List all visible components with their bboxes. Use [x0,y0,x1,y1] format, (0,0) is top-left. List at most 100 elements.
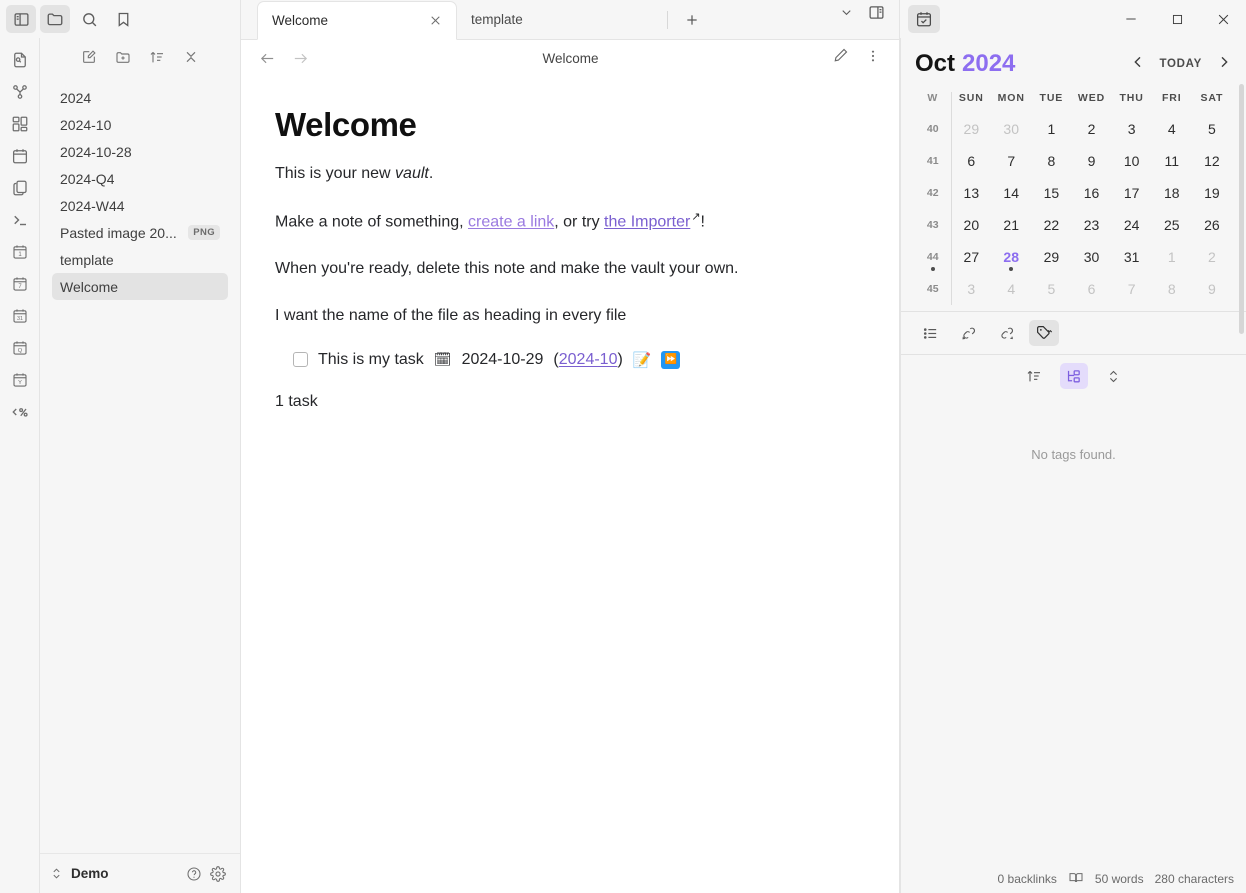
calendar-day[interactable]: 31 [1112,241,1152,273]
calendar-year[interactable]: 2024 [962,50,1015,77]
calendar-day[interactable]: 14 [991,177,1031,209]
gear-icon[interactable] [210,865,226,882]
files-button[interactable] [40,5,70,33]
calendar-day[interactable]: 21 [991,209,1031,241]
calendar-day[interactable]: 2 [1192,241,1232,273]
maximize-button[interactable] [1154,0,1200,38]
canvas-grid-icon[interactable] [6,112,34,136]
tags-tab[interactable] [1029,320,1059,346]
outgoing-links-tab[interactable] [991,320,1021,346]
calendar-check-icon[interactable] [908,5,940,33]
tab-welcome[interactable]: Welcome [257,1,457,40]
calendar-day[interactable]: 28 [991,241,1031,273]
calendar-day[interactable]: 2 [1071,113,1111,145]
calendar-day[interactable]: 1 [1031,113,1071,145]
file-item[interactable]: 2024 [52,84,228,111]
expand-collapse-button[interactable] [1100,363,1128,389]
calendar-day[interactable]: 23 [1071,209,1111,241]
file-item-selected[interactable]: Welcome [52,273,228,300]
vault-name[interactable]: Demo [71,866,109,881]
toggle-right-sidebar-icon[interactable] [868,4,885,26]
calendar-day[interactable]: 9 [1192,273,1232,305]
status-backlinks[interactable]: 0 backlinks [998,872,1057,886]
file-item[interactable]: Pasted image 20... PNG [52,219,228,246]
calendar-day[interactable]: 20 [951,209,991,241]
edit-mode-icon[interactable] [832,47,849,69]
vault-switch-icon[interactable] [50,867,63,880]
calendar-day[interactable]: 19 [1192,177,1232,209]
calendar-day[interactable]: 5 [1031,273,1071,305]
file-item[interactable]: 2024-Q4 [52,165,228,192]
calendar-day[interactable]: 16 [1071,177,1111,209]
calendar-y-icon[interactable]: Y [6,368,34,392]
graph-icon[interactable] [6,80,34,104]
toggle-left-sidebar-button[interactable] [6,5,36,33]
file-item[interactable]: template [52,246,228,273]
calendar-day[interactable]: 26 [1192,209,1232,241]
close-button[interactable] [1200,0,1246,38]
internal-link-create-a-link[interactable]: create a link [468,213,554,230]
new-tab-button[interactable] [678,12,706,28]
back-icon[interactable] [259,50,276,67]
calendar-day[interactable]: 7 [991,145,1031,177]
calendar-day[interactable]: 7 [1112,273,1152,305]
calendar-day[interactable]: 4 [991,273,1031,305]
terminal-icon[interactable] [6,208,34,232]
calendar-q-icon[interactable]: Q [6,336,34,360]
more-vertical-icon[interactable] [865,48,881,69]
forward-icon[interactable] [292,50,309,67]
file-search-icon[interactable] [6,48,34,72]
calendar-day[interactable]: 13 [951,177,991,209]
week-number[interactable]: 43 [915,209,952,241]
task-checkbox[interactable] [293,352,308,368]
calendar-7-icon[interactable]: 7 [6,272,34,296]
calendar-day[interactable]: 17 [1112,177,1152,209]
new-note-icon[interactable] [81,49,97,70]
calendar-day[interactable]: 18 [1152,177,1192,209]
calendar-day[interactable]: 5 [1192,113,1232,145]
calendar-day[interactable]: 11 [1152,145,1192,177]
calendar-day[interactable]: 8 [1031,145,1071,177]
calendar-day[interactable]: 9 [1071,145,1111,177]
calendar-day[interactable]: 27 [951,241,991,273]
calendar-day[interactable]: 10 [1112,145,1152,177]
today-button[interactable]: TODAY [1160,58,1203,70]
chevron-down-icon[interactable] [839,5,854,25]
calendar-day[interactable]: 25 [1152,209,1192,241]
week-number[interactable]: 42 [915,177,952,209]
calendar-scrollbar[interactable] [1239,84,1244,334]
calendar-1-icon[interactable]: 1 [6,240,34,264]
calendar-day[interactable]: 4 [1152,113,1192,145]
week-number[interactable]: 40 [915,113,952,145]
calendar-day[interactable]: 3 [1112,113,1152,145]
calendar-day[interactable]: 3 [951,273,991,305]
calendar-day[interactable]: 8 [1152,273,1192,305]
search-button[interactable] [74,5,104,33]
external-link-importer[interactable]: the Importer [604,213,690,230]
calendar-day[interactable]: 6 [951,145,991,177]
calendar-day[interactable]: 29 [1031,241,1071,273]
internal-link-2024-10[interactable]: 2024-10 [559,351,618,368]
prev-month-icon[interactable] [1130,54,1146,75]
minimize-button[interactable] [1108,0,1154,38]
edit-task-emoji-icon[interactable]: 📝 [633,351,652,369]
calendar-day[interactable]: 6 [1071,273,1111,305]
collapse-all-icon[interactable] [183,49,199,70]
week-number[interactable]: 44 [915,241,952,273]
tab-template[interactable]: template [457,0,657,39]
next-month-icon[interactable] [1216,54,1232,75]
status-words[interactable]: 50 words [1095,872,1144,886]
file-item[interactable]: 2024-10 [52,111,228,138]
week-number[interactable]: 41 [915,145,952,177]
calendar-31-icon[interactable]: 31 [6,304,34,328]
calendar-day[interactable]: 30 [991,113,1031,145]
calendar-day[interactable]: 1 [1152,241,1192,273]
calendar-day[interactable]: 30 [1071,241,1111,273]
close-icon[interactable] [429,14,442,27]
status-characters[interactable]: 280 characters [1155,872,1234,886]
file-item[interactable]: 2024-W44 [52,192,228,219]
book-open-icon[interactable] [1068,870,1084,889]
sort-icon[interactable] [149,49,165,70]
calendar-day[interactable]: 29 [951,113,991,145]
calendar-day[interactable]: 12 [1192,145,1232,177]
